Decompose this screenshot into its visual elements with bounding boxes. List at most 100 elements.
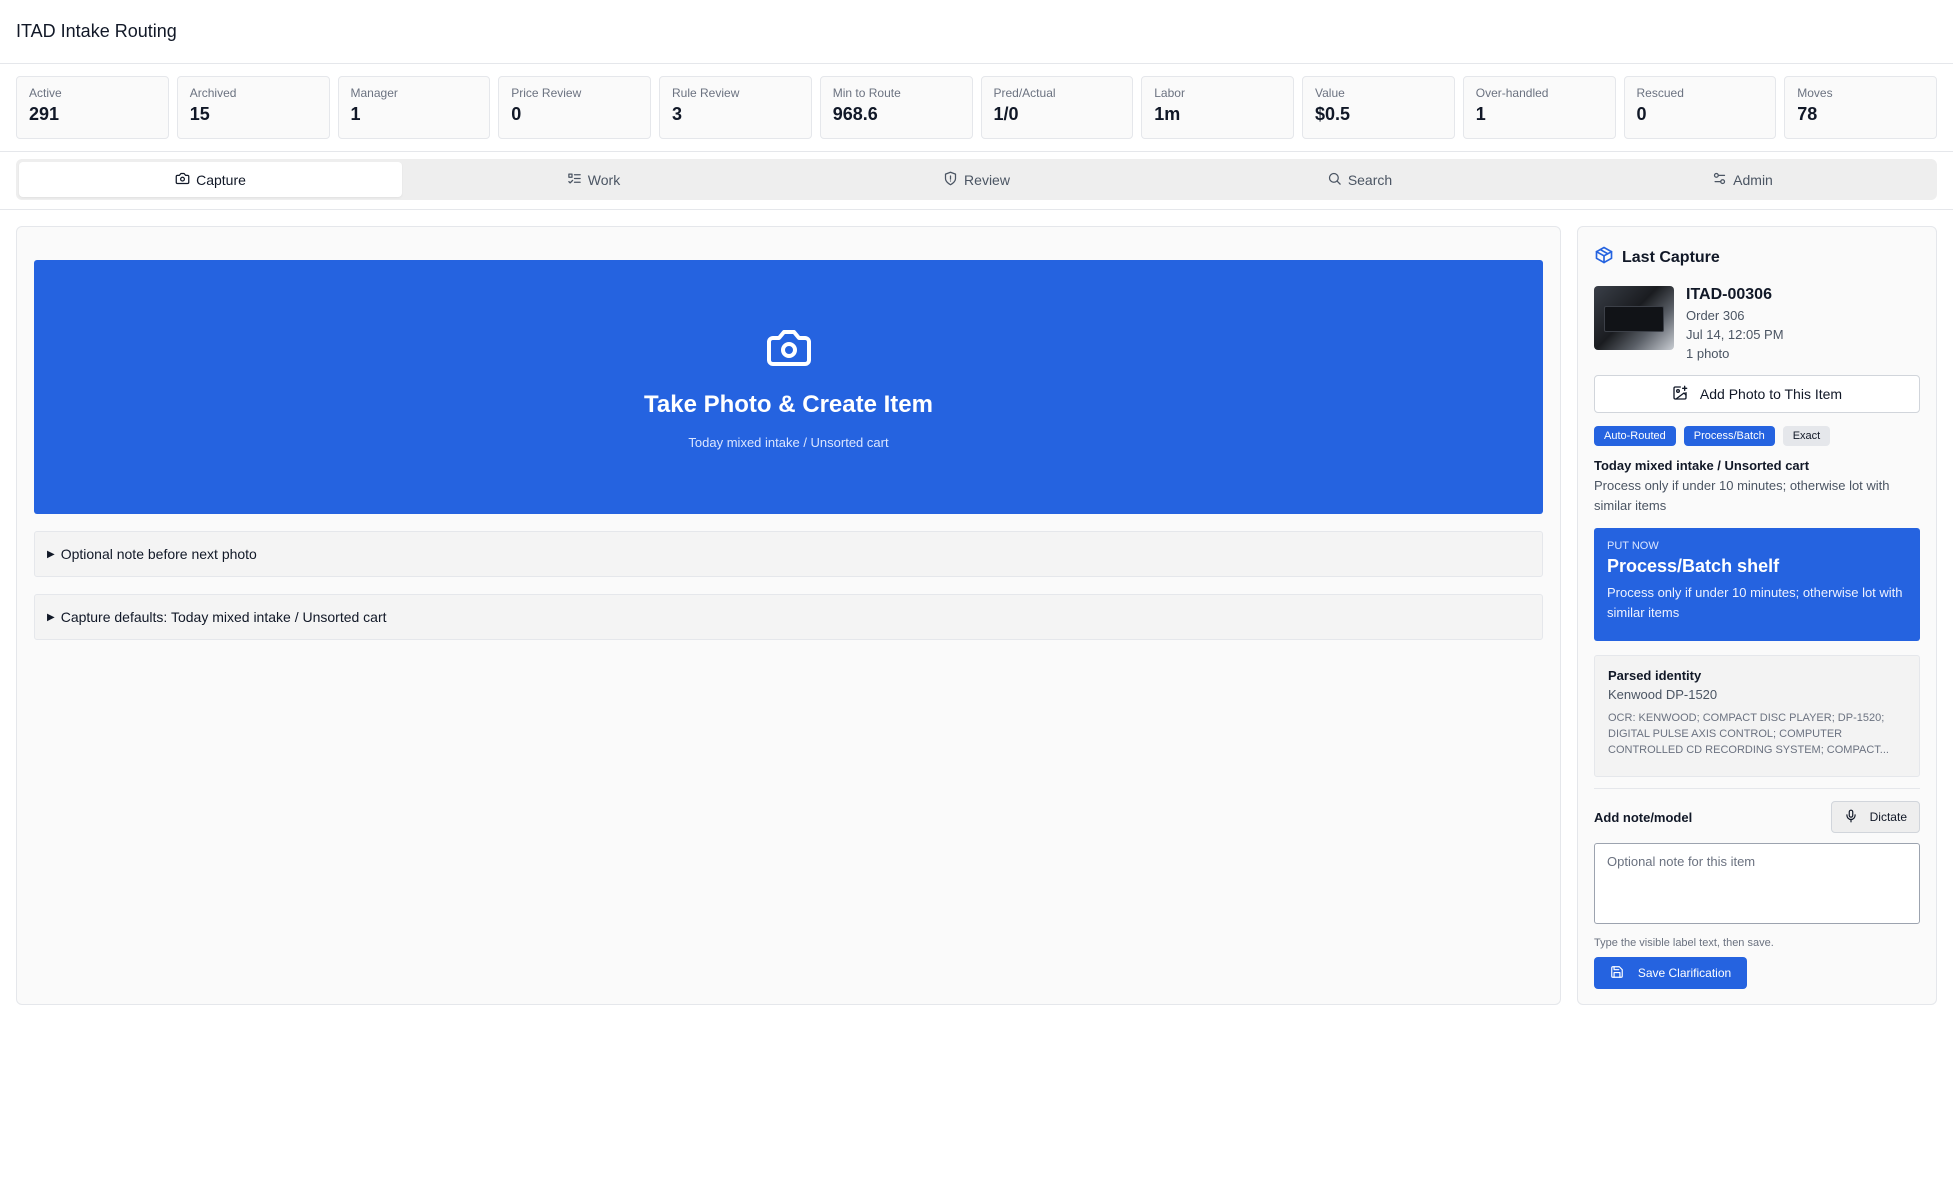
stat-label: Moves: [1797, 86, 1833, 100]
capture-defaults-toggle[interactable]: ▶ Capture defaults: Today mixed intake /…: [34, 594, 1543, 640]
capture-defaults-label: Capture defaults: Today mixed intake / U…: [60, 609, 387, 625]
tab-label: Review: [964, 171, 1010, 188]
stat-min-to-route: Min to Route 968.6: [819, 76, 973, 139]
parsed-identity-heading: Parsed identity: [1608, 668, 1702, 683]
stat-label: Value: [1315, 86, 1345, 100]
item-summary: ITAD-00306 Order 306 Jul 14, 12:05 PM 1 …: [1594, 286, 1920, 361]
app-title: ITAD Intake Routing: [16, 21, 177, 41]
stat-value: 1: [350, 104, 361, 124]
triangle-right-icon: ▶: [47, 611, 55, 623]
stat-over-handled: Over-handled 1: [1462, 76, 1616, 139]
tab-label: Search: [1347, 171, 1393, 188]
stat-label: Archived: [189, 86, 237, 100]
stat-value: 1/0: [993, 104, 1019, 124]
badge-process-batch: Process/Batch: [1683, 426, 1775, 446]
optional-note-toggle[interactable]: ▶ Optional note before next photo: [34, 531, 1543, 577]
add-photo-label: Add Photo to This Item: [1699, 386, 1843, 402]
route-title: Today mixed intake / Unsorted cart: [1594, 458, 1810, 473]
stat-value: 1m: [1154, 104, 1181, 124]
image-plus-icon: [1672, 385, 1688, 404]
tab-admin[interactable]: Admin: [1551, 162, 1934, 197]
tab-bar: Capture Work Review Search Admin: [0, 152, 1953, 210]
stat-label: Labor: [1154, 86, 1185, 100]
stat-value: 0: [511, 104, 522, 124]
note-hint: Type the visible label text, then save.: [1594, 937, 1774, 949]
note-label: Add note/model: [1594, 809, 1693, 825]
tab-capture[interactable]: Capture: [19, 162, 402, 197]
take-photo-title: Take Photo & Create Item: [644, 391, 933, 418]
route-badges: Auto-Routed Process/Batch Exact: [1594, 426, 1920, 446]
stat-value: 291: [29, 104, 60, 124]
badge-auto-routed: Auto-Routed: [1594, 426, 1676, 446]
last-capture-heading: Last Capture: [1594, 245, 1920, 270]
divider: [1594, 788, 1920, 789]
take-photo-button[interactable]: Take Photo & Create Item Today mixed int…: [34, 260, 1543, 514]
sliders-icon: [1712, 171, 1727, 189]
stat-label: Manager: [350, 86, 398, 100]
tab-review[interactable]: Review: [785, 162, 1168, 197]
parsed-identity-model: Kenwood DP-1520: [1608, 687, 1718, 702]
save-clarification-button[interactable]: Save Clarification: [1594, 957, 1747, 989]
stat-value: 0: [1636, 104, 1647, 124]
stat-value: $0.5: [1315, 104, 1351, 124]
item-photo-count: 1 photo: [1686, 346, 1730, 361]
stat-label: Min to Route: [832, 86, 901, 100]
tab-label: Work: [587, 171, 621, 188]
stat-price-review: Price Review 0: [498, 76, 651, 139]
tab-search[interactable]: Search: [1168, 162, 1551, 197]
stat-value: 15: [189, 104, 210, 124]
last-capture-panel: Last Capture ITAD-00306 Order 306 Jul 14…: [1577, 226, 1937, 1005]
stat-label: Rescued: [1636, 86, 1684, 100]
stat-rescued: Rescued 0: [1623, 76, 1777, 139]
item-id: ITAD-00306: [1686, 286, 1772, 303]
note-textarea[interactable]: [1594, 843, 1920, 924]
take-photo-subtitle: Today mixed intake / Unsorted cart: [688, 435, 889, 450]
stat-label: Over-handled: [1475, 86, 1549, 100]
item-thumbnail[interactable]: [1594, 286, 1674, 350]
parsed-identity-ocr: OCR: KENWOOD; COMPACT DISC PLAYER; DP-15…: [1608, 712, 1889, 756]
note-header: Add note/model Dictate: [1594, 801, 1920, 833]
dictate-label: Dictate: [1869, 810, 1907, 824]
stat-label: Active: [29, 86, 62, 100]
content-area: Take Photo & Create Item Today mixed int…: [0, 210, 1953, 1005]
put-now-location: Process/Batch shelf: [1607, 556, 1780, 576]
optional-note-label: Optional note before next photo: [60, 546, 257, 562]
stat-value: 3: [672, 104, 683, 124]
stat-moves: Moves 78: [1784, 76, 1937, 139]
tab-label: Admin: [1733, 171, 1773, 188]
stats-row: Active 291 Archived 15 Manager 1 Price Revi…: [0, 64, 1953, 152]
add-photo-button[interactable]: Add Photo to This Item: [1594, 375, 1920, 413]
stat-manager: Manager 1: [337, 76, 491, 139]
microphone-icon: [1844, 809, 1858, 826]
capture-panel: Take Photo & Create Item Today mixed int…: [16, 226, 1561, 1005]
triangle-right-icon: ▶: [47, 548, 55, 560]
stat-value: 78: [1797, 104, 1818, 124]
put-now-description: Process only if under 10 minutes; otherw…: [1607, 585, 1903, 620]
save-clarification-label: Save Clarification: [1637, 966, 1732, 980]
parsed-identity-card: Parsed identity Kenwood DP-1520 OCR: KEN…: [1594, 655, 1920, 777]
camera-icon: [175, 171, 190, 189]
stat-value-total: Value $0.5: [1302, 76, 1455, 139]
stat-value: 968.6: [832, 104, 878, 124]
tab-work[interactable]: Work: [402, 162, 785, 197]
stat-label: Pred/Actual: [993, 86, 1056, 100]
put-now-kicker: PUT NOW: [1607, 540, 1659, 552]
package-icon: [1594, 245, 1614, 270]
dictate-button[interactable]: Dictate: [1830, 801, 1920, 833]
search-icon: [1327, 171, 1342, 189]
stat-rule-review: Rule Review 3: [659, 76, 812, 139]
item-order: Order 306: [1686, 308, 1745, 323]
tab-label: Capture: [196, 171, 246, 188]
last-capture-title: Last Capture: [1622, 248, 1720, 266]
put-now-card: PUT NOW Process/Batch shelf Process only…: [1594, 528, 1920, 641]
item-timestamp: Jul 14, 12:05 PM: [1686, 327, 1784, 342]
list-checks-icon: [567, 171, 582, 189]
route-description: Process only if under 10 minutes; otherw…: [1594, 478, 1890, 513]
save-icon: [1610, 965, 1624, 982]
badge-exact: Exact: [1782, 426, 1831, 446]
tab-list: Capture Work Review Search Admin: [16, 159, 1937, 200]
stat-label: Price Review: [511, 86, 582, 100]
stat-label: Rule Review: [672, 86, 740, 100]
stat-archived: Archived 15: [176, 76, 330, 139]
stat-value: 1: [1475, 104, 1486, 124]
